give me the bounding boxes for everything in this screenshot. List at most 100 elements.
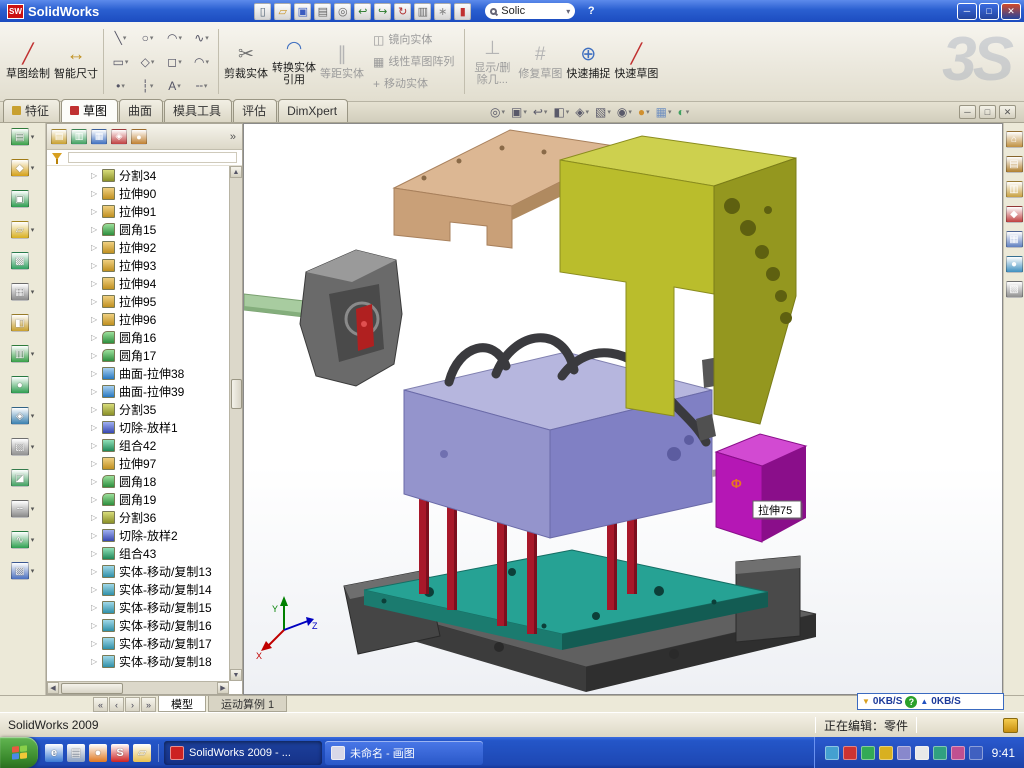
scroll-down-icon[interactable]: ▼: [230, 669, 242, 681]
left-toolbar-icon[interactable]: ▨ ▾: [11, 562, 35, 580]
search-box[interactable]: Solic ▾: [485, 3, 575, 19]
tree-item[interactable]: ▷ 圆角18: [47, 472, 229, 490]
featuremanager-tab-icon[interactable]: ▤: [51, 129, 67, 145]
left-toolbar-icon[interactable]: ▧ ▾: [11, 438, 35, 456]
filter-input[interactable]: [68, 152, 237, 163]
toolbar-button[interactable]: ◫ 镜向实体: [370, 30, 457, 50]
tray-icon[interactable]: [933, 746, 947, 760]
menu-item[interactable]: [188, 8, 206, 14]
left-toolbar-icon[interactable]: ◈ ▾: [11, 407, 35, 425]
toolbar-button[interactable]: ↔ 智能尺寸: [52, 25, 100, 98]
menu-item[interactable]: [152, 8, 170, 14]
expand-arrow-icon[interactable]: ▷: [91, 261, 102, 270]
line-icon[interactable]: ╲▾: [107, 26, 134, 50]
tray-icon[interactable]: [915, 746, 929, 760]
left-toolbar-icon[interactable]: ∿ ▾: [11, 531, 35, 549]
cavity-insert[interactable]: [300, 250, 402, 386]
spline-icon[interactable]: ∿▾: [188, 26, 215, 50]
tree-item[interactable]: ▷ 分割34: [47, 166, 229, 184]
left-toolbar-icon[interactable]: ▦ ▾: [11, 283, 35, 301]
menu-item[interactable]: [224, 8, 242, 14]
solidworks-icon[interactable]: S: [111, 744, 129, 762]
design-library-icon[interactable]: ▤: [1006, 156, 1023, 173]
left-toolbar-icon[interactable]: ◪ ▾: [11, 469, 35, 487]
tray-icon[interactable]: [897, 746, 911, 760]
hide-show-items-icon[interactable]: ◉▾: [615, 104, 634, 120]
expand-arrow-icon[interactable]: ▷: [91, 279, 102, 288]
folder-icon[interactable]: ▱: [133, 744, 151, 762]
tree-item[interactable]: ▷ 实体-移动/复制16: [47, 616, 229, 634]
tree-item[interactable]: ▷ 切除-放样2: [47, 526, 229, 544]
toolbar-button[interactable]: ▦ 线性草图阵列: [370, 52, 457, 72]
start-button[interactable]: [0, 737, 38, 768]
taskbar-task[interactable]: SolidWorks 2009 - ...: [164, 741, 322, 765]
tree-item[interactable]: ▷ 拉伸97: [47, 454, 229, 472]
media-player-icon[interactable]: ●: [89, 744, 107, 762]
print-icon[interactable]: ▤: [314, 3, 331, 20]
scroll-thumb[interactable]: [61, 683, 123, 694]
redo-icon[interactable]: ↪: [374, 3, 391, 20]
expand-arrow-icon[interactable]: ▷: [91, 189, 102, 198]
expand-arrow-icon[interactable]: ▷: [91, 459, 102, 468]
text-icon[interactable]: A▾: [161, 74, 188, 98]
maximize-button[interactable]: □: [979, 3, 999, 20]
file-explorer-icon[interactable]: ▥: [1006, 181, 1023, 198]
tray-icon[interactable]: [825, 746, 839, 760]
edit-appearance-icon[interactable]: ●▾: [636, 104, 652, 120]
close-button[interactable]: ✕: [1001, 3, 1021, 20]
previous-view-icon[interactable]: ↩▾: [531, 104, 550, 120]
magenta-insert-block[interactable]: Φ: [716, 434, 806, 542]
tray-icon[interactable]: [879, 746, 893, 760]
rectangle-icon[interactable]: ▭▾: [107, 50, 134, 74]
dimxpertmanager-tab-icon[interactable]: ◈: [111, 129, 127, 145]
expand-arrow-icon[interactable]: ▷: [91, 549, 102, 558]
tree-item[interactable]: ▷ 拉伸92: [47, 238, 229, 256]
point-icon[interactable]: •▾: [107, 74, 134, 98]
expand-arrow-icon[interactable]: ▷: [91, 297, 102, 306]
tree-item[interactable]: ▷ 拉伸96: [47, 310, 229, 328]
tree-item[interactable]: ▷ 切除-放样1: [47, 418, 229, 436]
expand-arrow-icon[interactable]: ▷: [91, 351, 102, 360]
first-tab-button[interactable]: «: [93, 697, 108, 712]
menu-item[interactable]: [116, 8, 134, 14]
doc-minimize-button[interactable]: ─: [959, 105, 976, 119]
new-file-icon[interactable]: ▯: [254, 3, 271, 20]
file-properties-icon[interactable]: ▥: [414, 3, 431, 20]
tree-vertical-scrollbar[interactable]: ▲ ▼: [229, 166, 242, 681]
expand-arrow-icon[interactable]: ▷: [91, 315, 102, 324]
toolbar-button[interactable]: ✂ 剪裁实体: [222, 25, 270, 98]
command-tab[interactable]: 特征: [3, 99, 60, 122]
toolbar-button[interactable]: ╱ 草图绘制: [4, 25, 52, 98]
tray-icon[interactable]: [969, 746, 983, 760]
custom-properties-icon[interactable]: ▧: [1006, 281, 1023, 298]
toolbar-button[interactable]: ⊥ 显示/删除几...: [468, 25, 516, 98]
help-icon[interactable]: ?: [583, 5, 599, 17]
appearances-scenes-icon[interactable]: ●: [1006, 256, 1023, 273]
next-tab-button[interactable]: ›: [125, 697, 140, 712]
tree-item[interactable]: ▷ 拉伸93: [47, 256, 229, 274]
circle-icon[interactable]: ○▾: [134, 26, 161, 50]
tree-item[interactable]: ▷ 分割36: [47, 508, 229, 526]
apply-scene-icon[interactable]: ▦▾: [654, 104, 674, 120]
zoom-area-icon[interactable]: ▣▾: [509, 104, 529, 120]
centerline-icon[interactable]: ┆▾: [134, 74, 161, 98]
tree-item[interactable]: ▷ 实体-移动/复制13: [47, 562, 229, 580]
search-input[interactable]: Solic: [501, 5, 562, 17]
command-tab[interactable]: 草图: [61, 99, 118, 122]
propertymanager-tab-icon[interactable]: ▥: [71, 129, 87, 145]
toolbar-button[interactable]: # 修复草图: [516, 25, 564, 98]
internet-explorer-icon[interactable]: e: [45, 744, 63, 762]
menu-item[interactable]: [206, 8, 224, 14]
tree-item[interactable]: ▷ 拉伸91: [47, 202, 229, 220]
search-dropdown-icon[interactable]: ▾: [566, 7, 570, 16]
configurationmanager-tab-icon[interactable]: ▦: [91, 129, 107, 145]
left-toolbar-icon[interactable]: ▤ ▾: [11, 128, 35, 146]
construction-geometry-icon[interactable]: ╌▾: [188, 74, 215, 98]
expand-arrow-icon[interactable]: ▷: [91, 423, 102, 432]
open-folder-icon[interactable]: ▱: [274, 3, 291, 20]
tree-item[interactable]: ▷ 曲面-拉伸39: [47, 382, 229, 400]
expand-arrow-icon[interactable]: ▷: [91, 171, 102, 180]
doc-restore-button[interactable]: □: [979, 105, 996, 119]
expand-arrow-icon[interactable]: ▷: [91, 639, 102, 648]
tree-horizontal-scrollbar[interactable]: ◀ ▶: [47, 681, 229, 694]
